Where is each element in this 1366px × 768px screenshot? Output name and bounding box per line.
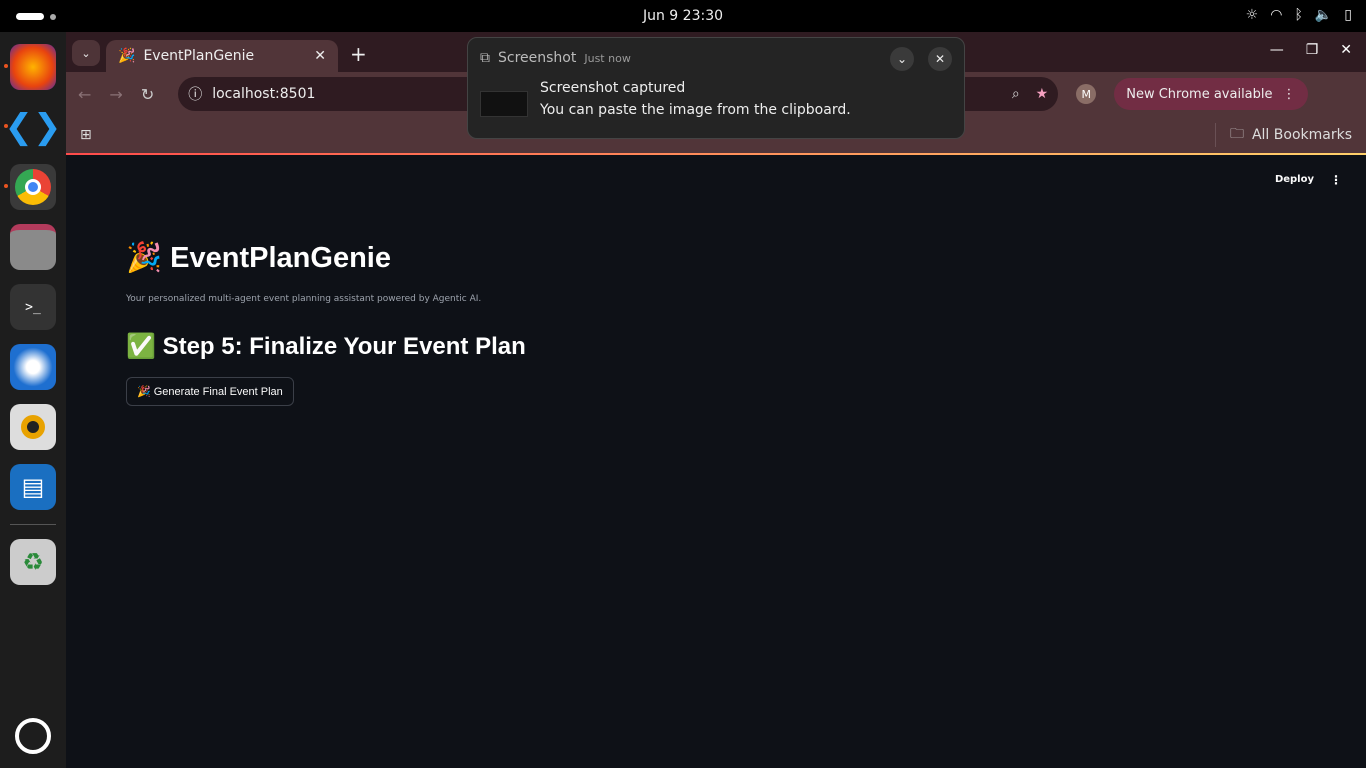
site-info-icon[interactable]: ⓘ <box>188 84 202 104</box>
page-title: 🎉 EventPlanGenie <box>126 241 391 275</box>
step-heading: ✅ Step 5: Finalize Your Event Plan <box>126 332 526 361</box>
show-apps-icon[interactable] <box>15 718 51 754</box>
main-menu-icon[interactable]: ⋮ <box>1330 173 1342 187</box>
apps-grid-icon[interactable]: ⊞ <box>80 127 92 143</box>
brightness-icon: ☼ <box>1245 7 1259 23</box>
party-popper-icon: 🎉 <box>126 242 163 274</box>
expand-notification-icon[interactable]: ⌄ <box>890 47 914 71</box>
step-heading-text: Step 5: Finalize Your Event Plan <box>162 333 526 360</box>
url-text[interactable]: localhost:8501 <box>212 86 315 102</box>
zoom-icon[interactable]: ⌕ <box>1012 86 1020 102</box>
files-icon[interactable] <box>10 224 56 270</box>
system-tray[interactable]: ☼ ◠ ᛒ 🔈 ▯ <box>1246 7 1352 23</box>
check-mark-icon: ✅ <box>126 333 156 360</box>
deploy-button[interactable]: Deploy <box>1275 174 1314 185</box>
subtitle: Your personalized multi-agent event plan… <box>126 294 482 304</box>
thunderbird-icon[interactable] <box>10 344 56 390</box>
tab-search-button[interactable]: ⌄ <box>72 40 100 66</box>
volume-icon: 🔈 <box>1314 7 1333 23</box>
favicon-party-icon: 🎉 <box>118 48 136 64</box>
terminal-icon[interactable]: >_ <box>10 284 56 330</box>
all-bookmarks-button[interactable]: 🗀 All Bookmarks <box>1214 123 1352 147</box>
close-tab-icon[interactable]: ✕ <box>314 48 326 64</box>
clock[interactable]: Jun 9 23:30 <box>643 8 723 24</box>
folder-icon: 🗀 <box>1229 126 1244 142</box>
notification-time: Just now <box>584 51 631 65</box>
tab-eventplangenie[interactable]: 🎉 EventPlanGenie ✕ <box>106 40 338 72</box>
notification-title: Screenshot captured <box>540 80 686 96</box>
new-chrome-available-button[interactable]: New Chrome available ⋮ <box>1114 78 1308 110</box>
tab-title: EventPlanGenie <box>143 48 255 64</box>
wifi-icon: ◠ <box>1270 7 1283 23</box>
bluetooth-icon: ᛒ <box>1294 7 1303 23</box>
bookmark-star-icon[interactable]: ★ <box>1036 86 1049 102</box>
restore-icon[interactable]: ❐ <box>1306 42 1319 58</box>
title-text: EventPlanGenie <box>170 242 391 274</box>
rhythmbox-icon[interactable] <box>10 404 56 450</box>
dock: ❮❯ >_ ▤ ♻ <box>0 32 66 768</box>
close-notification-icon[interactable]: ✕ <box>928 47 952 71</box>
notification-app: Screenshot <box>498 50 577 66</box>
new-tab-button[interactable]: + <box>350 42 367 66</box>
close-window-icon[interactable]: ✕ <box>1340 42 1352 58</box>
reload-icon[interactable]: ↻ <box>141 85 154 104</box>
vscode-icon[interactable]: ❮❯ <box>4 104 62 150</box>
firefox-icon[interactable] <box>4 44 56 90</box>
app-page: Deploy ⋮ 🎉 EventPlanGenie Your personali… <box>66 155 1366 768</box>
trash-icon[interactable]: ♻ <box>10 539 56 585</box>
forward-icon[interactable]: → <box>109 85 122 104</box>
screenshot-icon: ⧉ <box>480 50 490 66</box>
writer-icon[interactable]: ▤ <box>10 464 56 510</box>
dock-separator <box>10 524 56 525</box>
chrome-icon[interactable] <box>4 164 56 210</box>
back-icon[interactable]: ← <box>78 85 91 104</box>
screenshot-notification[interactable]: ⧉ Screenshot Just now ⌄ ✕ Screenshot captur… <box>467 37 965 139</box>
generate-final-event-plan-button[interactable]: 🎉 Generate Final Event Plan <box>126 377 294 406</box>
system-top-bar: Jun 9 23:30 ☼ ◠ ᛒ 🔈 ▯ <box>0 0 1366 32</box>
more-menu-icon[interactable]: ⋮ <box>1283 87 1296 102</box>
profile-avatar[interactable]: M <box>1076 84 1097 104</box>
minimize-icon[interactable]: — <box>1270 42 1284 58</box>
notification-body: You can paste the image from the clipboa… <box>540 102 851 118</box>
all-bookmarks-label: All Bookmarks <box>1251 127 1352 143</box>
screenshot-thumbnail <box>480 91 528 117</box>
update-label: New Chrome available <box>1126 86 1273 102</box>
battery-icon: ▯ <box>1344 7 1352 23</box>
workspace-indicator[interactable] <box>16 13 56 20</box>
